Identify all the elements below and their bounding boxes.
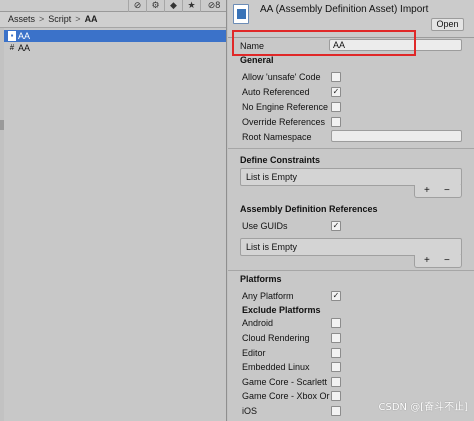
assembly-definition-icon bbox=[233, 4, 249, 24]
inspector-title: AA (Assembly Definition Asset) Import bbox=[260, 4, 429, 15]
platform-cloud-rendering-label: Cloud Rendering bbox=[242, 333, 310, 343]
platform-ios-label: iOS bbox=[242, 406, 258, 416]
section-define-constraints-title: Define Constraints bbox=[240, 155, 321, 165]
open-button[interactable]: Open bbox=[431, 18, 464, 31]
tag-icon[interactable]: ◆ bbox=[164, 0, 182, 12]
inspector-panel: AA (Assembly Definition Asset) Import Op… bbox=[228, 0, 474, 421]
panel-resize-handle[interactable] bbox=[0, 120, 4, 130]
override-references-label: Override References bbox=[242, 117, 326, 127]
root-namespace-input[interactable] bbox=[331, 130, 462, 142]
no-engine-references-checkbox[interactable] bbox=[331, 102, 341, 112]
platform-cloud-rendering-checkbox[interactable] bbox=[331, 333, 341, 343]
platform-embedded-linux-label: Embedded Linux bbox=[242, 362, 310, 372]
breadcrumb-current[interactable]: AA bbox=[85, 14, 98, 24]
section-platforms-title: Platforms bbox=[240, 274, 282, 284]
list-item-script[interactable]: # AA bbox=[4, 42, 226, 54]
auto-referenced-checkbox[interactable]: ✓ bbox=[331, 87, 341, 97]
star-icon[interactable]: ★ bbox=[182, 0, 200, 12]
platform-ios-checkbox[interactable] bbox=[331, 406, 341, 416]
check-icon: ✓ bbox=[332, 87, 340, 96]
annotation-highlight bbox=[232, 30, 416, 56]
breadcrumb-separator: > bbox=[39, 14, 45, 24]
divider bbox=[228, 270, 474, 271]
asset-list bbox=[4, 28, 226, 421]
root-namespace-label: Root Namespace bbox=[242, 132, 312, 142]
list-item-asmdef[interactable]: ▪ AA bbox=[4, 30, 226, 42]
check-icon: ✓ bbox=[332, 291, 340, 300]
platform-android-label: Android bbox=[242, 318, 274, 328]
exclude-platforms-title: Exclude Platforms bbox=[242, 305, 321, 315]
assembly-refs-list-footer: + − bbox=[414, 255, 462, 268]
platform-editor-label: Editor bbox=[242, 348, 266, 358]
platform-editor-checkbox[interactable] bbox=[331, 348, 341, 358]
assembly-refs-list: List is Empty bbox=[240, 238, 462, 256]
define-constraints-list: List is Empty bbox=[240, 168, 462, 186]
visibility-count-icon[interactable]: ⊘8 bbox=[200, 0, 226, 12]
add-icon[interactable]: + bbox=[424, 255, 430, 266]
package-icon[interactable]: ⚙ bbox=[146, 0, 164, 12]
watermark: CSDN @[奋斗不止] bbox=[378, 402, 469, 413]
add-icon[interactable]: + bbox=[424, 185, 430, 196]
allow-unsafe-label: Allow 'unsafe' Code bbox=[242, 72, 321, 82]
any-platform-label: Any Platform bbox=[242, 291, 294, 301]
asset-name: AA bbox=[18, 43, 31, 53]
auto-referenced-label: Auto Referenced bbox=[242, 87, 310, 97]
no-engine-references-label: No Engine Reference bbox=[242, 102, 329, 112]
check-icon: ✓ bbox=[332, 221, 340, 230]
use-guids-label: Use GUIDs bbox=[242, 221, 288, 231]
breadcrumb-assets[interactable]: Assets bbox=[8, 14, 35, 24]
use-guids-checkbox[interactable]: ✓ bbox=[331, 221, 341, 231]
assembly-definition-icon: ▪ bbox=[8, 31, 16, 41]
remove-icon[interactable]: − bbox=[444, 255, 450, 266]
project-panel: ⊘ ⚙ ◆ ★ ⊘8 Assets > Script > AA ▪ AA # AA bbox=[0, 0, 227, 421]
divider bbox=[228, 148, 474, 149]
breadcrumb-script[interactable]: Script bbox=[48, 14, 71, 24]
list-empty-text: List is Empty bbox=[246, 242, 298, 252]
platform-game-core-xbox-label: Game Core - Xbox Or bbox=[242, 391, 330, 401]
project-toolbar: ⊘ ⚙ ◆ ★ ⊘8 bbox=[0, 0, 226, 12]
platform-android-checkbox[interactable] bbox=[331, 318, 341, 328]
define-constraints-list-footer: + − bbox=[414, 185, 462, 198]
section-general-title: General bbox=[240, 55, 274, 65]
asset-name: AA bbox=[18, 31, 31, 41]
any-platform-checkbox[interactable]: ✓ bbox=[331, 291, 341, 301]
platform-game-core-scarlett-checkbox[interactable] bbox=[331, 377, 341, 387]
allow-unsafe-checkbox[interactable] bbox=[331, 72, 341, 82]
remove-icon[interactable]: − bbox=[444, 185, 450, 196]
platform-embedded-linux-checkbox[interactable] bbox=[331, 362, 341, 372]
breadcrumb: Assets > Script > AA bbox=[0, 12, 226, 28]
breadcrumb-separator: > bbox=[75, 14, 81, 24]
override-references-checkbox[interactable] bbox=[331, 117, 341, 127]
list-empty-text: List is Empty bbox=[246, 172, 298, 182]
section-assembly-refs-title: Assembly Definition References bbox=[240, 204, 378, 214]
visibility-count: 8 bbox=[215, 0, 221, 10]
platform-game-core-xbox-checkbox[interactable] bbox=[331, 391, 341, 401]
csharp-script-icon: # bbox=[9, 43, 15, 52]
eye-hidden-icon[interactable]: ⊘ bbox=[128, 0, 146, 12]
platform-game-core-scarlett-label: Game Core - Scarlett bbox=[242, 377, 328, 387]
